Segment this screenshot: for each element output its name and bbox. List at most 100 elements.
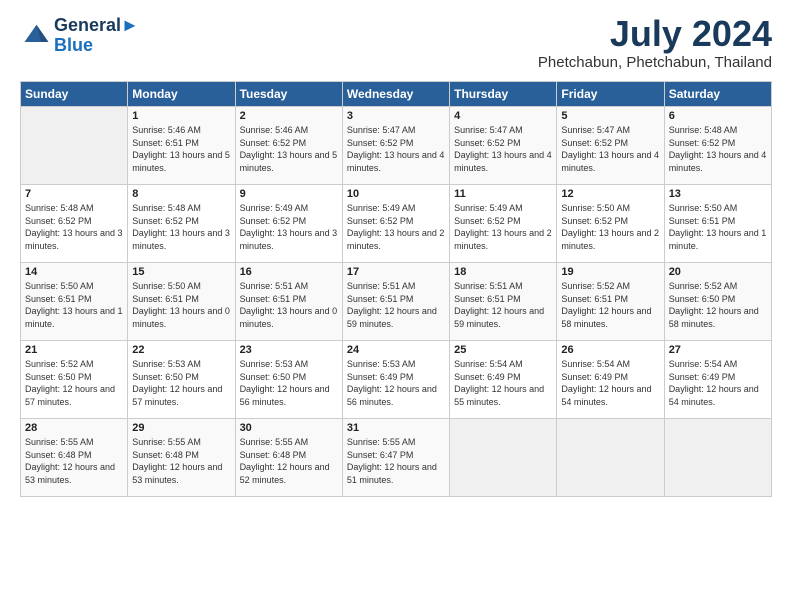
day-cell: 22Sunrise: 5:53 AMSunset: 6:50 PMDayligh… (128, 341, 235, 419)
day-number: 30 (240, 422, 338, 434)
day-cell: 3 Sunrise: 5:47 AMSunset: 6:52 PMDaylight… (342, 107, 449, 185)
day-number: 15 (132, 266, 230, 278)
day-info: Sunrise: 5:47 AMSunset: 6:52 PMDaylight:… (561, 125, 659, 173)
day-number: 29 (132, 422, 230, 434)
day-info: Sunrise: 5:51 AMSunset: 6:51 PMDaylight:… (240, 281, 338, 329)
day-info: Sunrise: 5:54 AMSunset: 6:49 PMDaylight:… (454, 359, 544, 407)
header-cell-sunday: Sunday (21, 82, 128, 107)
day-info: Sunrise: 5:47 AMSunset: 6:52 PMDaylight:… (454, 125, 552, 173)
week-row-1: 1 Sunrise: 5:46 AMSunset: 6:51 PMDaylight… (21, 107, 772, 185)
day-cell: 18 Sunrise: 5:51 AMSunset: 6:51 PMDayligh… (450, 263, 557, 341)
header-cell-saturday: Saturday (664, 82, 771, 107)
day-cell: 15Sunrise: 5:50 AMSunset: 6:51 PMDayligh… (128, 263, 235, 341)
day-cell: 28 Sunrise: 5:55 AMSunset: 6:48 PMDayligh… (21, 419, 128, 497)
week-row-5: 28 Sunrise: 5:55 AMSunset: 6:48 PMDayligh… (21, 419, 772, 497)
logo-blue-text: Blue (54, 36, 139, 56)
day-cell (557, 419, 664, 497)
day-cell: 19 Sunrise: 5:52 AMSunset: 6:51 PMDayligh… (557, 263, 664, 341)
day-number: 14 (25, 266, 123, 278)
day-cell: 11Sunrise: 5:49 AMSunset: 6:52 PMDayligh… (450, 185, 557, 263)
day-info: Sunrise: 5:50 AMSunset: 6:51 PMDaylight:… (25, 281, 123, 329)
day-number: 2 (240, 110, 338, 122)
day-number: 19 (561, 266, 659, 278)
day-cell (450, 419, 557, 497)
day-number: 16 (240, 266, 338, 278)
calendar-header: SundayMondayTuesdayWednesdayThursdayFrid… (21, 82, 772, 107)
day-cell: 12Sunrise: 5:50 AMSunset: 6:52 PMDayligh… (557, 185, 664, 263)
day-number: 1 (132, 110, 230, 122)
day-info: Sunrise: 5:52 AMSunset: 6:50 PMDaylight:… (669, 281, 759, 329)
day-number: 31 (347, 422, 445, 434)
day-number: 7 (25, 188, 123, 200)
day-info: Sunrise: 5:53 AMSunset: 6:50 PMDaylight:… (240, 359, 330, 407)
day-number: 28 (25, 422, 123, 434)
day-number: 12 (561, 188, 659, 200)
day-info: Sunrise: 5:55 AMSunset: 6:48 PMDaylight:… (240, 437, 330, 485)
day-cell: 10Sunrise: 5:49 AMSunset: 6:52 PMDayligh… (342, 185, 449, 263)
day-cell: 30 Sunrise: 5:55 AMSunset: 6:48 PMDayligh… (235, 419, 342, 497)
title-block: July 2024 Phetchabun, Phetchabun, Thaila… (538, 16, 772, 71)
day-info: Sunrise: 5:48 AMSunset: 6:52 PMDaylight:… (132, 203, 230, 251)
day-info: Sunrise: 5:53 AMSunset: 6:50 PMDaylight:… (132, 359, 222, 407)
day-info: Sunrise: 5:54 AMSunset: 6:49 PMDaylight:… (669, 359, 759, 407)
day-info: Sunrise: 5:54 AMSunset: 6:49 PMDaylight:… (561, 359, 651, 407)
day-info: Sunrise: 5:48 AMSunset: 6:52 PMDaylight:… (25, 203, 123, 251)
calendar-body: 1 Sunrise: 5:46 AMSunset: 6:51 PMDaylight… (21, 107, 772, 497)
day-cell (21, 107, 128, 185)
day-number: 8 (132, 188, 230, 200)
header-cell-wednesday: Wednesday (342, 82, 449, 107)
week-row-4: 21 Sunrise: 5:52 AMSunset: 6:50 PMDayligh… (21, 341, 772, 419)
day-number: 21 (25, 344, 123, 356)
day-cell: 9Sunrise: 5:49 AMSunset: 6:52 PMDaylight… (235, 185, 342, 263)
day-info: Sunrise: 5:48 AMSunset: 6:52 PMDaylight:… (669, 125, 767, 173)
day-cell: 26 Sunrise: 5:54 AMSunset: 6:49 PMDayligh… (557, 341, 664, 419)
logo-general: General (54, 15, 121, 35)
day-info: Sunrise: 5:46 AMSunset: 6:51 PMDaylight:… (132, 125, 230, 173)
day-cell: 13 Sunrise: 5:50 AMSunset: 6:51 PMDayligh… (664, 185, 771, 263)
day-number: 17 (347, 266, 445, 278)
day-number: 5 (561, 110, 659, 122)
day-cell: 2 Sunrise: 5:46 AMSunset: 6:52 PMDaylight… (235, 107, 342, 185)
day-info: Sunrise: 5:55 AMSunset: 6:48 PMDaylight:… (132, 437, 222, 485)
day-cell: 16 Sunrise: 5:51 AMSunset: 6:51 PMDayligh… (235, 263, 342, 341)
day-cell: 24Sunrise: 5:53 AMSunset: 6:49 PMDayligh… (342, 341, 449, 419)
day-info: Sunrise: 5:55 AMSunset: 6:47 PMDaylight:… (347, 437, 437, 485)
day-info: Sunrise: 5:46 AMSunset: 6:52 PMDaylight:… (240, 125, 338, 173)
day-number: 4 (454, 110, 552, 122)
header-cell-monday: Monday (128, 82, 235, 107)
header-row: SundayMondayTuesdayWednesdayThursdayFrid… (21, 82, 772, 107)
day-info: Sunrise: 5:47 AMSunset: 6:52 PMDaylight:… (347, 125, 445, 173)
day-info: Sunrise: 5:52 AMSunset: 6:50 PMDaylight:… (25, 359, 115, 407)
day-cell: 6 Sunrise: 5:48 AMSunset: 6:52 PMDaylight… (664, 107, 771, 185)
day-number: 27 (669, 344, 767, 356)
day-cell: 25 Sunrise: 5:54 AMSunset: 6:49 PMDayligh… (450, 341, 557, 419)
day-number: 26 (561, 344, 659, 356)
day-info: Sunrise: 5:49 AMSunset: 6:52 PMDaylight:… (454, 203, 552, 251)
day-info: Sunrise: 5:55 AMSunset: 6:48 PMDaylight:… (25, 437, 115, 485)
day-number: 18 (454, 266, 552, 278)
day-cell: 17 Sunrise: 5:51 AMSunset: 6:51 PMDayligh… (342, 263, 449, 341)
day-info: Sunrise: 5:51 AMSunset: 6:51 PMDaylight:… (347, 281, 437, 329)
day-number: 3 (347, 110, 445, 122)
day-number: 23 (240, 344, 338, 356)
day-number: 6 (669, 110, 767, 122)
day-info: Sunrise: 5:51 AMSunset: 6:51 PMDaylight:… (454, 281, 544, 329)
location-title: Phetchabun, Phetchabun, Thailand (538, 54, 772, 71)
logo: General► Blue (20, 16, 139, 56)
day-info: Sunrise: 5:50 AMSunset: 6:51 PMDaylight:… (669, 203, 767, 251)
day-cell: 31 Sunrise: 5:55 AMSunset: 6:47 PMDayligh… (342, 419, 449, 497)
day-cell: 20 Sunrise: 5:52 AMSunset: 6:50 PMDayligh… (664, 263, 771, 341)
day-number: 13 (669, 188, 767, 200)
month-title: July 2024 (538, 16, 772, 52)
day-number: 25 (454, 344, 552, 356)
day-info: Sunrise: 5:49 AMSunset: 6:52 PMDaylight:… (347, 203, 445, 251)
day-info: Sunrise: 5:52 AMSunset: 6:51 PMDaylight:… (561, 281, 651, 329)
header-cell-friday: Friday (557, 82, 664, 107)
page: General► Blue July 2024 Phetchabun, Phet… (0, 0, 792, 507)
day-cell: 23 Sunrise: 5:53 AMSunset: 6:50 PMDayligh… (235, 341, 342, 419)
day-number: 20 (669, 266, 767, 278)
logo-text: General► Blue (54, 16, 139, 56)
day-cell (664, 419, 771, 497)
day-cell: 14 Sunrise: 5:50 AMSunset: 6:51 PMDayligh… (21, 263, 128, 341)
day-cell: 21 Sunrise: 5:52 AMSunset: 6:50 PMDayligh… (21, 341, 128, 419)
